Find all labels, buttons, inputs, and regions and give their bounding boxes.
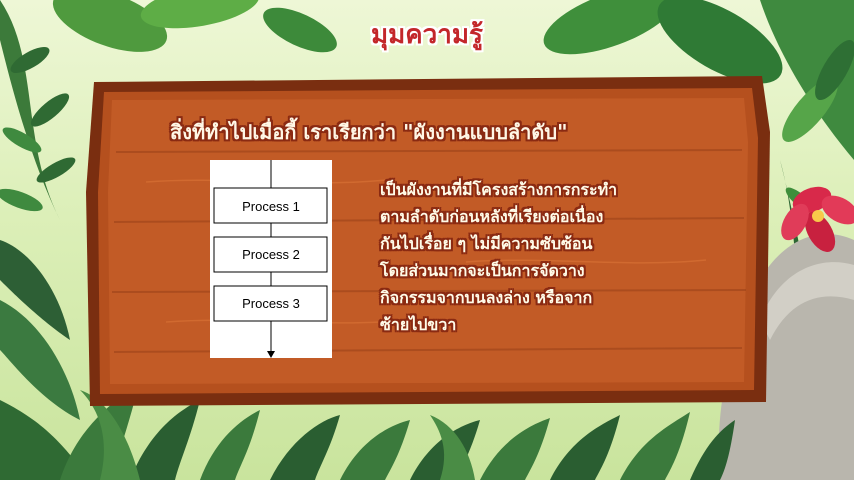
section-heading: สิ่งที่ทำไปเมื่อกี้ เราเรียกว่า "ผังงานแ…: [170, 120, 568, 144]
description-line: ซ้ายไปขวา: [380, 315, 457, 334]
description-line: กิจกรรมจากบนลงล่าง หรือจาก: [380, 288, 593, 307]
leaf-icon: [0, 0, 80, 420]
process-label: Process 2: [242, 247, 300, 262]
process-label: Process 1: [242, 199, 300, 214]
description-line: โดยส่วนมากจะเป็นการจัดวาง: [380, 261, 585, 280]
flowchart-diagram: Process 1 Process 2 Process 3: [213, 160, 328, 358]
description-line: กันไปเรื่อย ๆ ไม่มีความซับซ้อน: [380, 234, 593, 253]
page-title: มุมความรู้: [371, 20, 483, 50]
description-line: ตามลำดับก่อนหลังที่เรียงต่อเนื่อง: [380, 207, 604, 226]
description-line: เป็นผังงานที่มีโครงสร้างการกระทำ: [380, 180, 618, 199]
process-label: Process 3: [242, 296, 300, 311]
sequence-flowchart: Process 1 Process 2 Process 3: [210, 160, 332, 358]
arrow-down-icon: [267, 351, 275, 358]
description-text: เป็นผังงานที่มีโครงสร้างการกระทำ ตามลำดั…: [380, 176, 700, 338]
